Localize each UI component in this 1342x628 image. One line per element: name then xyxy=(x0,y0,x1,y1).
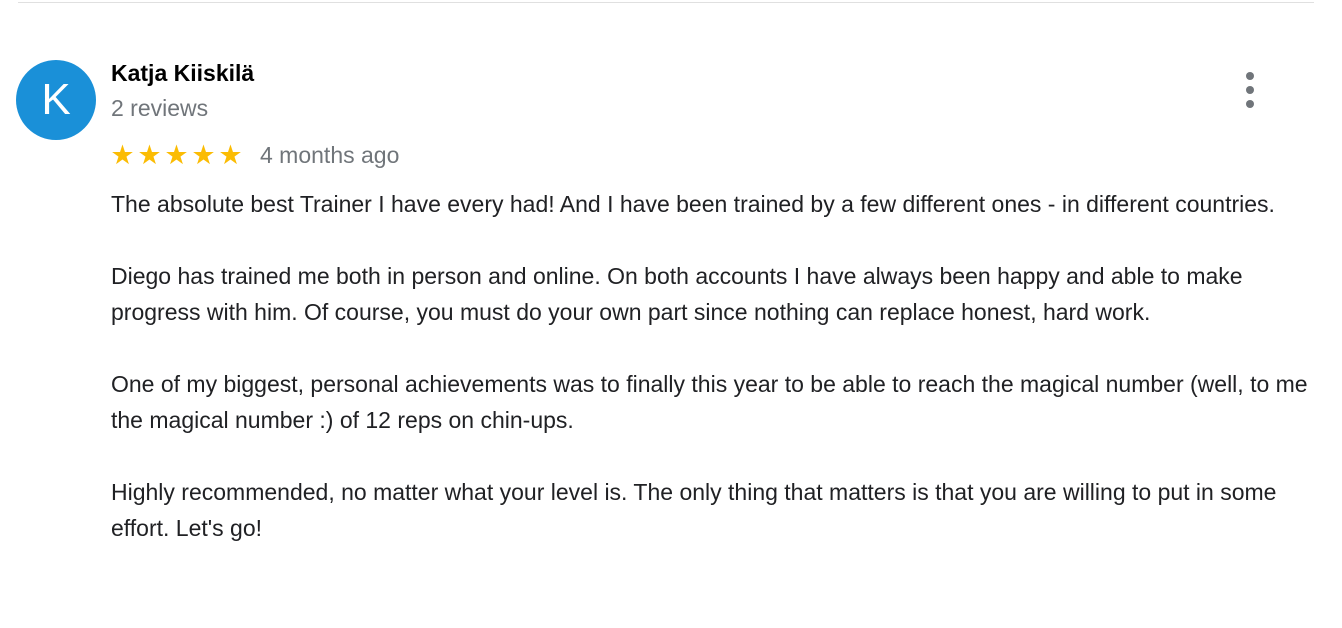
star-icon: ★ xyxy=(164,139,189,170)
review-text: The absolute best Trainer I have every h… xyxy=(111,186,1329,546)
star-icon: ★ xyxy=(110,139,135,170)
review-count[interactable]: 2 reviews xyxy=(111,95,208,122)
star-icon: ★ xyxy=(137,139,162,170)
more-vert-icon xyxy=(1246,72,1254,80)
star-icon: ★ xyxy=(191,139,216,170)
avatar[interactable]: K xyxy=(16,60,96,140)
rating-row: ★ ★ ★ ★ ★ 4 months ago xyxy=(109,140,399,170)
more-vert-icon-dot xyxy=(1246,100,1254,108)
author-name[interactable]: Katja Kiiskilä xyxy=(111,60,254,87)
review-paragraph: Diego has trained me both in person and … xyxy=(111,263,1243,325)
star-icon: ★ xyxy=(218,139,243,170)
more-vert-icon-dot xyxy=(1246,86,1254,94)
top-divider xyxy=(18,2,1314,3)
more-options-button[interactable] xyxy=(1232,68,1268,112)
review-paragraph: The absolute best Trainer I have every h… xyxy=(111,191,1275,217)
star-rating: ★ ★ ★ ★ ★ xyxy=(109,139,244,170)
review-paragraph: One of my biggest, personal achievements… xyxy=(111,371,1308,433)
review-date: 4 months ago xyxy=(260,141,400,168)
review-paragraph: Highly recommended, no matter what your … xyxy=(111,479,1277,541)
